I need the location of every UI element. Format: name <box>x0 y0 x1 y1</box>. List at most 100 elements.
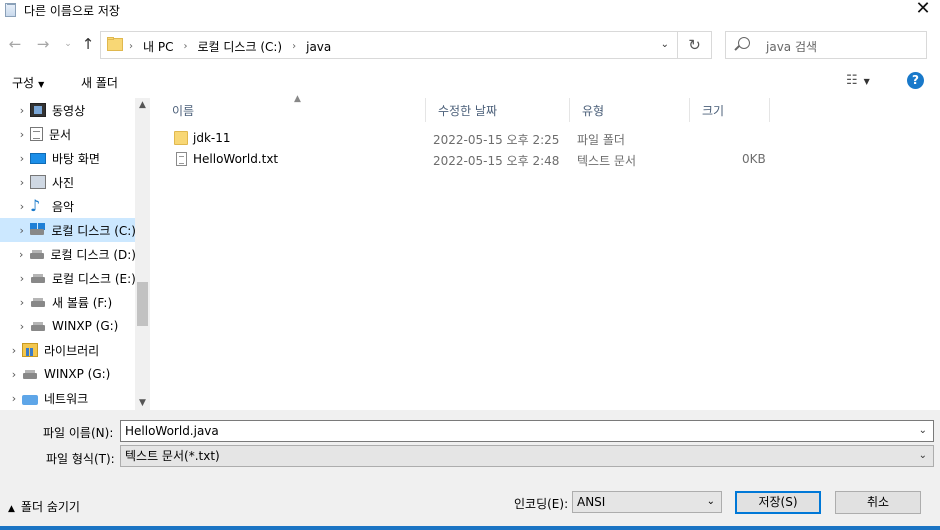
expand-chevron-icon[interactable]: › <box>14 128 30 141</box>
column-header-name[interactable]: 이름 ▲ <box>160 94 426 122</box>
desktop-icon <box>30 152 46 164</box>
expand-chevron-icon[interactable]: › <box>14 104 30 117</box>
expand-chevron-icon[interactable]: › <box>14 176 30 189</box>
chevron-down-icon: ▼ <box>38 80 45 89</box>
sidebar-item[interactable]: › 새 볼륨 (F:) <box>0 290 136 314</box>
sidebar-item[interactable]: › 음악 <box>0 194 136 218</box>
column-header-name-label: 이름 <box>172 103 195 118</box>
cancel-button[interactable]: 취소 <box>835 491 921 514</box>
breadcrumb: › 내 PC › 로컬 디스크 (C:) › java <box>129 38 331 55</box>
navigation-pane-scrollbar[interactable]: ▲ ▼ <box>135 98 150 410</box>
filetype-select[interactable]: 텍스트 문서(*.txt) ⌄ <box>120 445 934 467</box>
expand-chevron-icon[interactable]: › <box>14 248 29 261</box>
close-button[interactable]: ✕ <box>912 0 934 20</box>
file-row-helloworld-txt[interactable]: HelloWorld.txt 2022-05-15 오후 2:48 텍스트 문서… <box>160 149 780 170</box>
expand-chevron-icon[interactable]: › <box>14 224 29 237</box>
sidebar-item-label: 로컬 디스크 (C:) <box>51 223 136 238</box>
save-button[interactable]: 저장(S) <box>735 491 821 514</box>
sidebar-item[interactable]: › 동영상 <box>0 98 136 122</box>
filetype-label: 파일 형식(T): <box>46 452 115 466</box>
expand-chevron-icon[interactable]: › <box>14 200 30 213</box>
column-header-modified-label: 수정한 날짜 <box>438 103 498 118</box>
up-arrow-icon[interactable]: ↑ <box>79 34 97 54</box>
expand-chevron-icon[interactable]: › <box>6 368 22 381</box>
help-icon[interactable]: ? <box>907 72 924 89</box>
encoding-select[interactable]: ANSI ⌄ <box>572 491 722 513</box>
sort-ascending-icon: ▲ <box>294 94 301 104</box>
scroll-down-arrow-icon[interactable]: ▼ <box>135 398 150 408</box>
encoding-label: 인코딩(E): <box>514 497 569 511</box>
save-form-panel: 파일 이름(N): HelloWorld.java ⌄ 파일 형식(T): 텍스… <box>0 410 940 530</box>
breadcrumb-separator-icon: › <box>129 41 133 52</box>
column-header-type-label: 유형 <box>582 103 605 118</box>
sidebar-item[interactable]: › 라이브러리 <box>0 338 136 362</box>
sidebar-item[interactable]: › 바탕 화면 <box>0 146 136 170</box>
search-input[interactable]: java 검색 <box>766 38 817 55</box>
address-history-chevron-icon[interactable]: ⌄ <box>661 39 669 50</box>
window-title: 다른 이름으로 저장 <box>24 4 120 18</box>
expand-chevron-icon[interactable]: › <box>14 272 30 285</box>
sidebar-item[interactable]: › 네트워크 <box>0 386 136 410</box>
view-options-button[interactable]: ☷ ▼ <box>846 73 870 88</box>
sidebar-item-label: 사진 <box>52 175 75 190</box>
file-row-jdk-11[interactable]: jdk-11 2022-05-15 오후 2:25 파일 폴더 <box>160 128 780 149</box>
forward-arrow-icon[interactable]: → <box>34 34 52 54</box>
sidebar-item-label: 바탕 화면 <box>52 151 100 166</box>
new-folder-button[interactable]: 새 폴더 <box>81 74 118 91</box>
sidebar-item-label: WINXP (G:) <box>44 367 111 381</box>
expand-chevron-icon[interactable]: › <box>6 344 22 357</box>
search-box[interactable]: java 검색 <box>725 31 927 59</box>
picture-icon <box>30 175 46 189</box>
sidebar-item-label: 문서 <box>49 127 72 142</box>
recent-locations-chevron-icon[interactable]: ⌄ <box>59 34 77 54</box>
sidebar-item-label: 새 볼륨 (F:) <box>52 295 113 310</box>
expand-chevron-icon[interactable]: › <box>14 320 30 333</box>
sidebar-item[interactable]: › WINXP (G:) <box>0 362 136 386</box>
column-header-modified[interactable]: 수정한 날짜 <box>426 98 570 122</box>
scrollbar-thumb[interactable] <box>137 282 148 326</box>
sidebar-item-label: 네트워크 <box>44 391 89 406</box>
folder-icon <box>107 37 123 51</box>
address-bar[interactable]: › 내 PC › 로컬 디스크 (C:) › java ⌄ <box>100 31 678 59</box>
filename-input[interactable]: HelloWorld.java ⌄ <box>120 420 934 442</box>
scroll-up-arrow-icon[interactable]: ▲ <box>135 100 150 110</box>
file-size: 0KB <box>742 152 766 166</box>
breadcrumb-local-disk-c[interactable]: 로컬 디스크 (C:) <box>197 38 282 55</box>
drive-icon <box>22 367 38 381</box>
library-icon <box>22 343 38 357</box>
back-arrow-icon[interactable]: ← <box>6 34 24 54</box>
breadcrumb-separator-icon: › <box>183 41 188 52</box>
hide-folders-toggle[interactable]: ▲ 폴더 숨기기 <box>8 498 80 515</box>
expand-chevron-icon[interactable]: › <box>14 152 30 165</box>
taskbar-edge <box>0 526 940 530</box>
breadcrumb-my-pc[interactable]: 내 PC <box>143 38 173 55</box>
sidebar-item[interactable]: › 로컬 디스크 (C:) <box>0 218 136 242</box>
sidebar-item[interactable]: › WINXP (G:) <box>0 314 136 338</box>
column-header-size-label: 크기 <box>702 103 725 118</box>
expand-chevron-icon[interactable]: › <box>6 392 22 405</box>
sidebar-item[interactable]: › 로컬 디스크 (E:) <box>0 266 136 290</box>
refresh-button[interactable]: ↻ <box>678 31 712 59</box>
expand-chevron-icon[interactable]: › <box>14 296 30 309</box>
organize-button[interactable]: 구성 ▼ <box>12 74 44 91</box>
windows-drive-icon <box>29 223 45 237</box>
title-bar: 다른 이름으로 저장 ✕ <box>0 0 940 20</box>
hide-folders-label: 폴더 숨기기 <box>20 500 80 514</box>
file-type: 파일 폴더 <box>577 133 625 147</box>
breadcrumb-separator-icon: › <box>292 41 297 52</box>
file-name: HelloWorld.txt <box>193 152 279 166</box>
drive-icon <box>30 271 46 285</box>
chevron-down-icon: ⌄ <box>706 496 715 507</box>
column-header-type[interactable]: 유형 <box>570 98 690 122</box>
sidebar-item[interactable]: › 문서 <box>0 122 136 146</box>
sidebar-item[interactable]: › 로컬 디스크 (D:) <box>0 242 136 266</box>
chevron-down-icon[interactable]: ⌄ <box>919 421 927 441</box>
column-header-size[interactable]: 크기 <box>690 98 770 122</box>
sidebar-item-label: WINXP (G:) <box>52 319 119 333</box>
sidebar-item[interactable]: › 사진 <box>0 170 136 194</box>
file-list: 이름 ▲ 수정한 날짜 유형 크기 jdk-11 2022-05-15 오후 2… <box>160 94 940 410</box>
breadcrumb-java[interactable]: java <box>306 40 331 54</box>
chevron-down-icon[interactable]: ⌄ <box>919 446 927 466</box>
sidebar-item-label: 동영상 <box>52 103 86 118</box>
filetype-value: 텍스트 문서(*.txt) <box>125 449 220 463</box>
